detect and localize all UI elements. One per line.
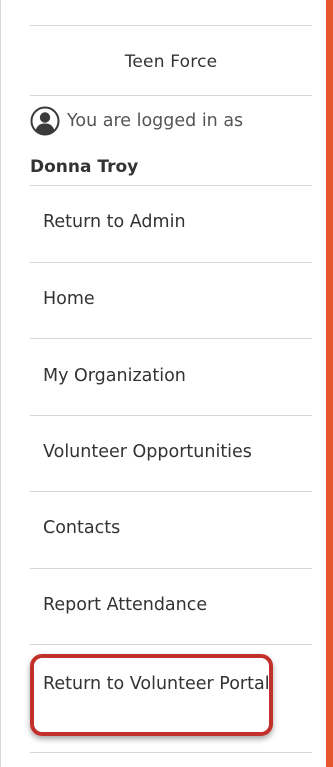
divider (30, 185, 312, 186)
nav-return-to-admin[interactable]: Return to Admin (43, 212, 308, 232)
accent-bar (326, 0, 333, 767)
nav-home[interactable]: Home (43, 289, 308, 309)
sidebar-screen: Teen Force You are logged in as Donna Tr… (0, 0, 333, 767)
divider (30, 262, 312, 263)
user-avatar-icon (30, 106, 60, 136)
divider (30, 25, 312, 26)
organization-name: Teen Force (124, 52, 218, 72)
nav-report-attendance[interactable]: Report Attendance (43, 595, 308, 615)
divider (30, 752, 312, 753)
nav-return-to-volunteer-portal[interactable]: Return to Volunteer Portal (43, 670, 273, 699)
logged-in-label: You are logged in as (67, 111, 244, 131)
divider (30, 491, 312, 492)
user-name: Donna Troy (30, 157, 139, 177)
divider (30, 95, 312, 96)
sidebar: Teen Force You are logged in as Donna Tr… (30, 0, 312, 767)
divider (30, 644, 312, 645)
divider (30, 338, 312, 339)
nav-contacts[interactable]: Contacts (43, 518, 308, 538)
logged-in-row: You are logged in as (30, 104, 312, 138)
divider (30, 415, 312, 416)
nav-volunteer-opportunities[interactable]: Volunteer Opportunities (43, 442, 308, 462)
left-border (0, 0, 1, 767)
nav-my-organization[interactable]: My Organization (43, 366, 308, 386)
divider (30, 568, 312, 569)
